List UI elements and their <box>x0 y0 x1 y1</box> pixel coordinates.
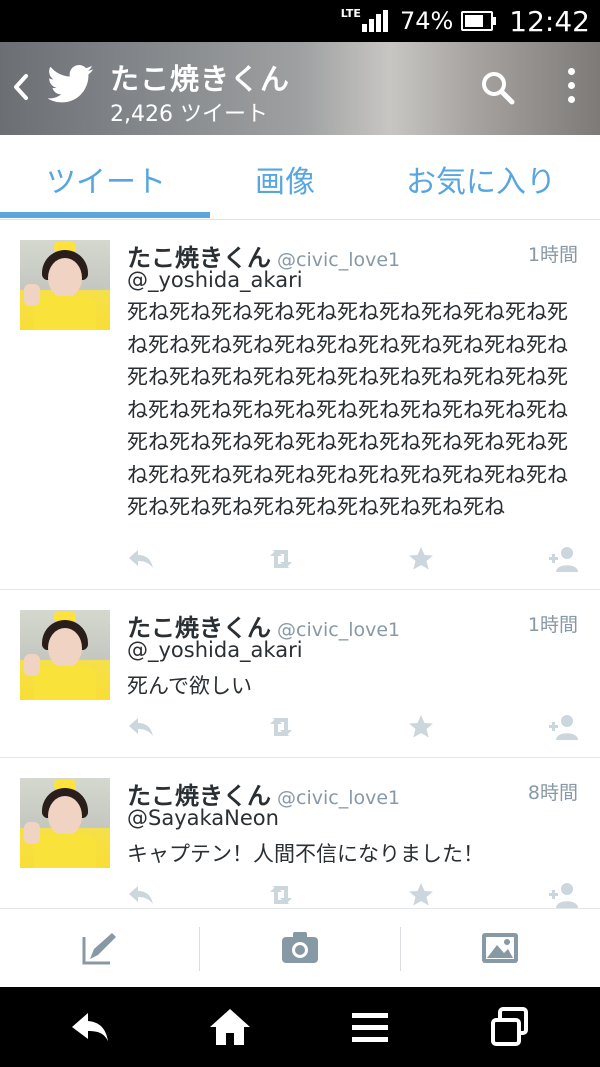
network-type: LTE <box>340 6 361 20</box>
follow-icon[interactable] <box>548 880 578 910</box>
tweet-text: キャプテン！人間不信になりました！ <box>127 842 484 866</box>
tweet-time: 8時間 <box>527 782 578 804</box>
compose-bar <box>0 908 600 987</box>
tweet-handle: @civic_love1 <box>277 787 401 809</box>
profile-tabs: ツイート 画像 お気に入り <box>0 135 600 220</box>
profile-name: たこ焼きくん <box>110 62 291 96</box>
reply-to-mention[interactable]: @_yoshida_akari <box>127 268 303 292</box>
battery-icon <box>461 11 497 31</box>
image-icon[interactable] <box>480 929 520 967</box>
twitter-bird-icon[interactable] <box>48 64 94 104</box>
avatar[interactable] <box>20 240 110 330</box>
retweet-icon[interactable] <box>266 880 296 910</box>
retweet-icon[interactable] <box>266 544 296 574</box>
avatar[interactable] <box>20 610 110 700</box>
favorite-icon[interactable] <box>406 880 436 910</box>
more-vert-icon[interactable] <box>564 68 578 108</box>
android-nav-bar <box>0 987 600 1067</box>
status-bar: LTE 74% 12:42 <box>0 0 600 42</box>
tab-favorites[interactable]: お気に入り <box>406 157 556 201</box>
tweet-actions <box>0 544 600 574</box>
tweet-actions <box>0 880 600 910</box>
nav-home-icon[interactable] <box>208 1005 252 1049</box>
reply-icon[interactable] <box>126 880 156 910</box>
tweet-time: 1時間 <box>527 244 578 266</box>
reply-icon[interactable] <box>126 544 156 574</box>
favorite-icon[interactable] <box>406 712 436 742</box>
follow-icon[interactable] <box>548 712 578 742</box>
back-icon[interactable] <box>12 72 30 102</box>
follow-icon[interactable] <box>548 544 578 574</box>
nav-back-icon[interactable] <box>68 1005 112 1049</box>
active-tab-indicator <box>0 212 210 218</box>
profile-header: たこ焼きくん 2,426 ツイート <box>0 42 600 135</box>
tweet-item[interactable]: たこ焼きくん @civic_love1 1時間 @_yoshida_akari 死… <box>0 220 600 590</box>
retweet-icon[interactable] <box>266 712 296 742</box>
reply-to-mention[interactable]: @SayakaNeon <box>127 806 279 830</box>
search-icon[interactable] <box>480 70 516 106</box>
tweet-text: 死んで欲しい <box>127 674 252 698</box>
reply-to-mention[interactable]: @_yoshida_akari <box>127 638 303 662</box>
tweet-actions <box>0 712 600 742</box>
reply-icon[interactable] <box>126 712 156 742</box>
tweet-time: 1時間 <box>527 614 578 636</box>
tweet-count: 2,426 ツイート <box>110 102 268 127</box>
nav-recents-icon[interactable] <box>488 1005 532 1049</box>
tab-tweets[interactable]: ツイート <box>46 157 166 201</box>
tab-images[interactable]: 画像 <box>255 157 315 201</box>
camera-icon[interactable] <box>280 929 320 967</box>
tweet-item[interactable]: たこ焼きくん @civic_love1 8時間 @SayakaNeon キャプテン… <box>0 758 600 908</box>
nav-menu-icon[interactable] <box>348 1005 392 1049</box>
clock: 12:42 <box>509 4 590 38</box>
signal-icon <box>361 10 390 32</box>
tweet-item[interactable]: たこ焼きくん @civic_love1 1時間 @_yoshida_akari 死… <box>0 590 600 758</box>
avatar[interactable] <box>20 778 110 868</box>
compose-icon[interactable] <box>80 929 120 967</box>
favorite-icon[interactable] <box>406 544 436 574</box>
battery-percent: 74% <box>399 7 454 35</box>
tweet-text: 死ね死ね死ね死ね死ね死ね死ね死ね死ね死ね死ね死ね死ね死ね死ね死ね死ね死ね死ね死ね… <box>127 300 568 519</box>
